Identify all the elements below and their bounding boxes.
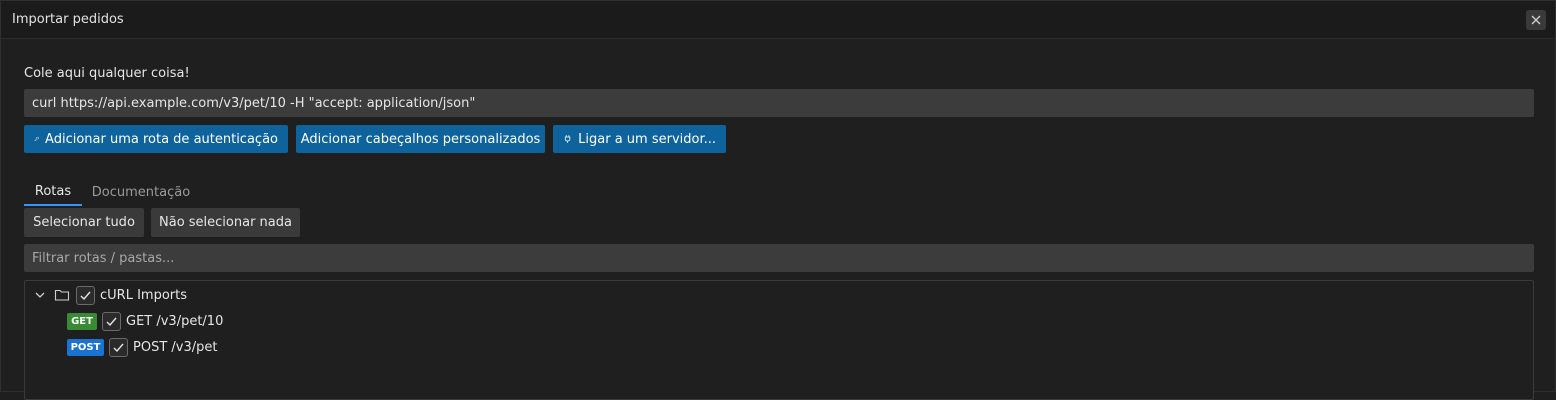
connect-server-button[interactable]: Ligar a um servidor...	[553, 125, 726, 153]
tab-routes[interactable]: Rotas	[24, 178, 82, 206]
tree-route-row[interactable]: GET GET /v3/pet/10	[67, 310, 223, 332]
select-all-button[interactable]: Selecionar tudo	[24, 208, 144, 237]
import-requests-dialog: Importar pedidos Cole aqui qualquer cois…	[0, 0, 1556, 400]
close-button[interactable]	[1526, 10, 1546, 30]
route-label: GET /v3/pet/10	[126, 313, 224, 329]
add-custom-headers-label: Adicionar cabeçalhos personalizados	[300, 131, 541, 147]
route-checkbox[interactable]	[109, 337, 128, 357]
add-auth-route-label: Adicionar uma rota de autenticação	[45, 131, 278, 147]
plug-icon	[564, 135, 571, 143]
connect-server-label: Ligar a um servidor...	[578, 131, 716, 147]
key-icon	[34, 136, 39, 142]
tab-documentation[interactable]: Documentação	[86, 178, 196, 206]
add-custom-headers-button[interactable]: Adicionar cabeçalhos personalizados	[296, 125, 545, 153]
routes-tree: cURL Imports GET GET /v3/pet/10 POST POS…	[24, 280, 1534, 400]
close-icon	[1531, 15, 1541, 25]
method-badge-get: GET	[67, 312, 97, 330]
chevron-down-icon[interactable]	[31, 286, 49, 304]
check-icon	[113, 343, 124, 352]
check-icon	[80, 291, 91, 300]
add-auth-route-button[interactable]: Adicionar uma rota de autenticação	[24, 125, 288, 153]
folder-checkbox[interactable]	[76, 285, 95, 305]
check-icon	[106, 317, 117, 326]
route-label: POST /v3/pet	[133, 339, 218, 355]
dialog-title: Importar pedidos	[12, 12, 124, 27]
title-bar: Importar pedidos	[1, 1, 1555, 39]
route-checkbox[interactable]	[102, 311, 121, 331]
folder-label: cURL Imports	[100, 287, 187, 303]
tree-folder-row[interactable]: cURL Imports	[31, 284, 187, 306]
method-badge-post: POST	[67, 338, 104, 356]
folder-icon	[53, 286, 71, 304]
select-none-button[interactable]: Não selecionar nada	[151, 208, 300, 237]
filter-routes-input[interactable]	[24, 244, 1534, 272]
curl-input[interactable]	[24, 89, 1534, 117]
tree-route-row[interactable]: POST POST /v3/pet	[67, 336, 217, 358]
paste-hint-label: Cole aqui qualquer coisa!	[24, 66, 190, 81]
